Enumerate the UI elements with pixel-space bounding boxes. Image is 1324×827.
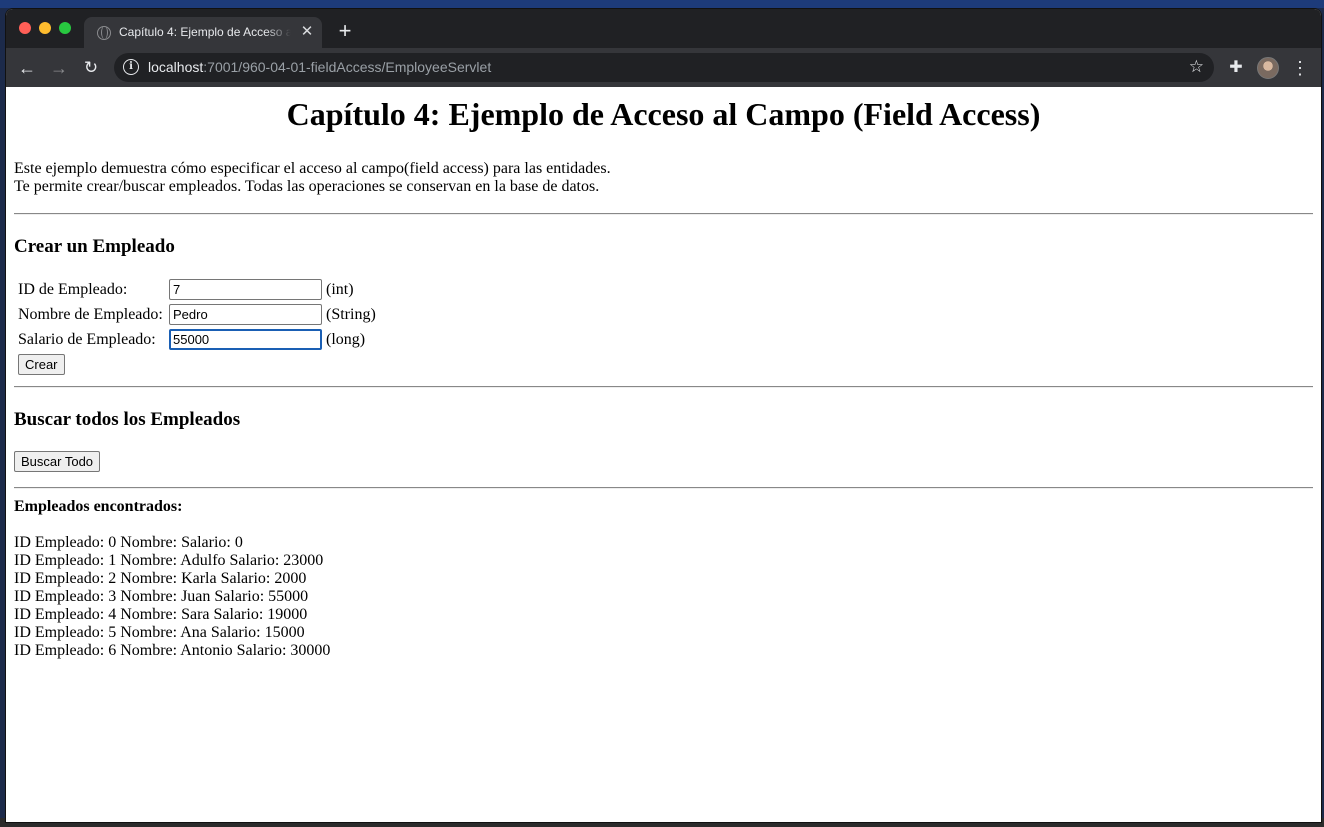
extensions-puzzle-icon[interactable]: ✚ [1226, 58, 1246, 78]
new-tab-button[interactable]: + [334, 20, 356, 42]
list-item: ID Empleado: 6 Nombre: Antonio Salario: … [14, 642, 331, 659]
intro-line-2: Te permite crear/buscar empleados. Todas… [14, 178, 600, 195]
form-row-id: ID de Empleado: (int) [17, 278, 377, 301]
create-employee-form: ID de Empleado: (int) Nombre de Empleado… [15, 276, 379, 378]
list-item: ID Empleado: 0 Nombre: Salario: 0 [14, 534, 243, 551]
minimize-window-button[interactable] [39, 22, 51, 34]
tab-strip: Capítulo 4: Ejemplo de Acceso al Campo (… [6, 9, 1321, 48]
site-info-icon[interactable]: i [123, 59, 139, 75]
results-heading: Empleados encontrados: [14, 498, 183, 515]
divider [14, 487, 1313, 489]
url-path: :7001/960-04-01-fieldAccess/EmployeeServ… [203, 59, 492, 75]
search-employees-heading: Buscar todos los Empleados [14, 409, 241, 430]
divider [14, 386, 1313, 388]
list-item: ID Empleado: 3 Nombre: Juan Salario: 550… [14, 588, 309, 605]
intro-text: Este ejemplo demuestra cómo especificar … [14, 160, 1313, 196]
tab-title: Capítulo 4: Ejemplo de Acceso al Campo (… [119, 25, 291, 39]
page-content: Capítulo 4: Ejemplo de Acceso al Campo (… [6, 87, 1321, 822]
tab-close-icon[interactable]: ✕ [298, 23, 316, 41]
profile-avatar[interactable] [1257, 57, 1279, 79]
intro-line-1: Este ejemplo demuestra cómo especificar … [14, 160, 611, 177]
employee-id-type-hint: (int) [326, 280, 354, 298]
close-window-button[interactable] [19, 22, 31, 34]
employee-id-label: ID de Empleado: [18, 280, 128, 298]
url-host: localhost [148, 59, 204, 75]
list-item: ID Empleado: 1 Nombre: Adulfo Salario: 2… [14, 552, 324, 569]
employee-name-label: Nombre de Empleado: [18, 305, 163, 323]
forward-arrow-icon[interactable]: → [47, 56, 71, 80]
list-item: ID Empleado: 4 Nombre: Sara Salario: 190… [14, 606, 308, 623]
employee-salary-type-hint: (long) [326, 330, 366, 348]
form-row-name: Nombre de Empleado: (String) [17, 303, 377, 326]
create-button[interactable]: Crear [18, 354, 65, 375]
employee-name-input[interactable] [169, 304, 322, 325]
globe-icon [97, 26, 111, 40]
employee-salary-input[interactable] [169, 329, 322, 350]
address-bar[interactable]: i localhost:7001/960-04-01-fieldAccess/E… [114, 53, 1214, 82]
bookmark-star-icon[interactable]: ☆ [1189, 57, 1204, 77]
create-employee-heading: Crear un Empleado [14, 236, 175, 257]
results-list: ID Empleado: 0 Nombre: Salario: 0 ID Emp… [14, 534, 1313, 660]
browser-toolbar: ← → ↻ i localhost:7001/960-04-01-fieldAc… [6, 48, 1321, 87]
back-arrow-icon[interactable]: ← [15, 56, 39, 80]
list-item: ID Empleado: 2 Nombre: Karla Salario: 20… [14, 570, 307, 587]
browser-window: Capítulo 4: Ejemplo de Acceso al Campo (… [5, 8, 1322, 823]
page-title: Capítulo 4: Ejemplo de Acceso al Campo (… [286, 96, 1041, 132]
list-item: ID Empleado: 5 Nombre: Ana Salario: 1500… [14, 624, 305, 641]
form-row-salary: Salario de Empleado: (long) [17, 328, 377, 351]
active-tab[interactable]: Capítulo 4: Ejemplo de Acceso al Campo (… [84, 17, 322, 48]
maximize-window-button[interactable] [59, 22, 71, 34]
employee-id-input[interactable] [169, 279, 322, 300]
url-text[interactable]: localhost:7001/960-04-01-fieldAccess/Emp… [148, 59, 491, 75]
divider [14, 213, 1313, 215]
search-all-button[interactable]: Buscar Todo [14, 451, 101, 472]
browser-menu-icon[interactable]: ⋮ [1290, 57, 1310, 79]
employee-name-type-hint: (String) [326, 305, 376, 323]
form-row-submit: Crear [17, 353, 377, 376]
reload-icon[interactable]: ↻ [79, 56, 103, 80]
desktop-background-top [0, 0, 1324, 8]
employee-salary-label: Salario de Empleado: [18, 330, 156, 348]
